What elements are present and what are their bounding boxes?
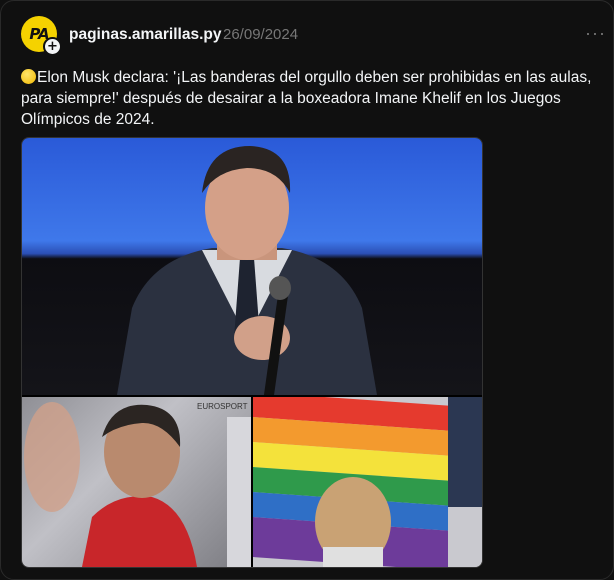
watermark-text: EUROSPORT: [197, 402, 248, 411]
photo-flag: [253, 392, 482, 567]
photo-speaker: [22, 138, 482, 399]
yellow-circle-icon: [21, 69, 36, 84]
post-date[interactable]: 26/09/2024: [223, 26, 298, 43]
more-options-icon[interactable]: ···: [585, 23, 606, 44]
photo-boxer: EUROSPORT: [22, 397, 251, 567]
rainbow-flag-illustration: [253, 392, 482, 567]
boxer-illustration: EUROSPORT: [24, 402, 251, 567]
post-image[interactable]: EUROSPORT: [21, 137, 483, 568]
speaker-illustration: [117, 146, 377, 399]
follow-plus-icon[interactable]: +: [43, 37, 62, 56]
post-body: Elon Musk declara: '¡Las banderas del or…: [21, 67, 601, 130]
post-text: Elon Musk declara: '¡Las banderas del or…: [21, 69, 592, 128]
username[interactable]: paginas.amarillas.py: [69, 26, 222, 44]
